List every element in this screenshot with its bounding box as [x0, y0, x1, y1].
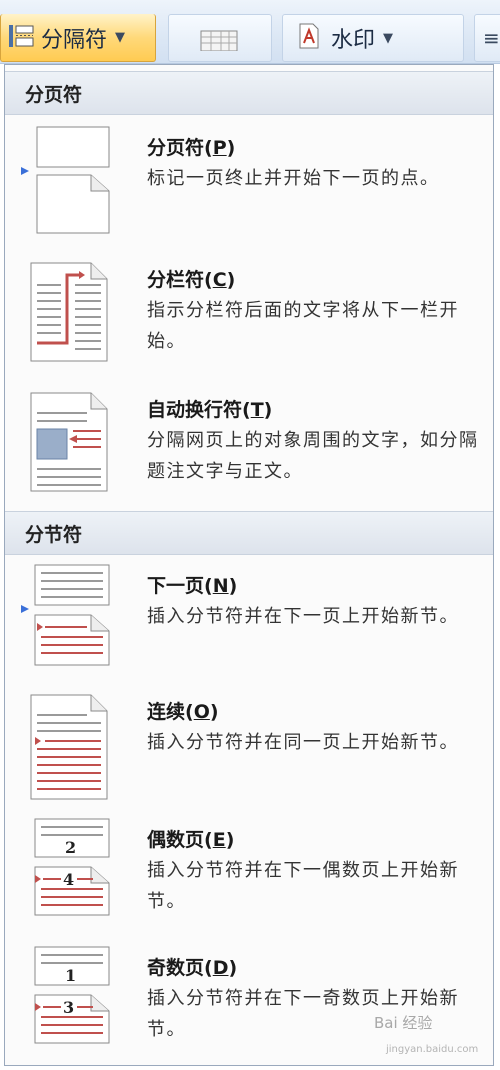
- watermark-url: jingyan.baidu.com: [386, 1044, 479, 1055]
- menu-item-next-page[interactable]: 下一页(N) 插入分节符并在下一页上开始新节。: [5, 561, 493, 685]
- text-wrapping-break-icon: [21, 385, 121, 509]
- odd-page-icon: 1 3: [21, 943, 121, 1067]
- breaks-label: 分隔符: [41, 27, 108, 53]
- menu-item-title: 分页符(P): [147, 137, 236, 159]
- breaks-dropdown-menu: 分页符 分页符(P) 标记一页终止并开始下一页的点。 分栏符(C) 指示分栏符后…: [4, 64, 494, 1066]
- svg-text:4: 4: [63, 870, 74, 889]
- menu-item-desc: 指示分栏符后面的文字将从下一栏开始。: [147, 300, 459, 352]
- watermark-button[interactable]: 水印 ▼: [282, 14, 464, 62]
- watermark-icon: [297, 23, 321, 53]
- menu-item-desc: 插入分节符并在下一奇数页上开始新节。: [147, 988, 459, 1040]
- page-break-icon: [21, 123, 121, 247]
- menu-item-desc: 插入分节符并在下一页上开始新节。: [147, 606, 459, 627]
- page-color-button[interactable]: [168, 14, 272, 62]
- even-page-icon: 2 4: [21, 815, 121, 939]
- column-break-icon: [21, 255, 121, 379]
- menu-item-page-break[interactable]: 分页符(P) 标记一页终止并开始下一页的点。: [5, 123, 493, 247]
- watermark-text: Bai 经验: [374, 1014, 433, 1032]
- menu-item-desc: 插入分节符并在下一偶数页上开始新节。: [147, 860, 459, 912]
- menu-item-title: 分栏符(C): [147, 269, 236, 291]
- menu-item-title: 奇数页(D): [147, 957, 238, 979]
- menu-item-title: 偶数页(E): [147, 829, 235, 851]
- section-breaks-header: 分节符: [5, 511, 493, 555]
- menu-item-title: 连续(O): [147, 701, 219, 723]
- watermark-label: 水印: [331, 28, 376, 53]
- menu-item-column-break[interactable]: 分栏符(C) 指示分栏符后面的文字将从下一栏开始。: [5, 255, 493, 379]
- continuous-icon: [21, 687, 121, 811]
- page-breaks-header: 分页符: [5, 71, 493, 115]
- breaks-icon: [7, 23, 35, 53]
- svg-text:1: 1: [65, 966, 76, 985]
- svg-text:2: 2: [65, 838, 76, 857]
- page-breaks-header-label: 分页符: [25, 83, 83, 106]
- menu-item-title: 下一页(N): [147, 575, 238, 597]
- svg-text:3: 3: [63, 998, 74, 1017]
- chevron-down-icon: ▼: [383, 30, 394, 46]
- menu-item-title: 自动换行符(T): [147, 399, 273, 421]
- page-border-button[interactable]: ≡: [474, 14, 500, 62]
- next-page-icon: [21, 561, 121, 685]
- menu-item-text-wrapping-break[interactable]: 自动换行符(T) 分隔网页上的对象周围的文字，如分隔题注文字与正文。: [5, 385, 493, 509]
- ribbon-strip: 分隔符 ▼ 水印 ▼ ≡: [0, 0, 500, 64]
- menu-item-desc: 分隔网页上的对象周围的文字，如分隔题注文字与正文。: [147, 430, 479, 482]
- page-grid-icon: [199, 21, 239, 55]
- menu-item-desc: 标记一页终止并开始下一页的点。: [147, 168, 440, 189]
- breaks-button[interactable]: 分隔符 ▼: [0, 14, 156, 62]
- edge-label: ≡: [483, 26, 500, 50]
- chevron-down-icon: ▼: [115, 30, 126, 45]
- menu-item-continuous[interactable]: 连续(O) 插入分节符并在同一页上开始新节。: [5, 687, 493, 811]
- menu-item-even-page[interactable]: 2 4 偶数页(E) 插入分节符并在下一偶数页上开始新节。: [5, 815, 493, 939]
- section-breaks-header-label: 分节符: [25, 523, 83, 546]
- menu-item-desc: 插入分节符并在同一页上开始新节。: [147, 732, 459, 753]
